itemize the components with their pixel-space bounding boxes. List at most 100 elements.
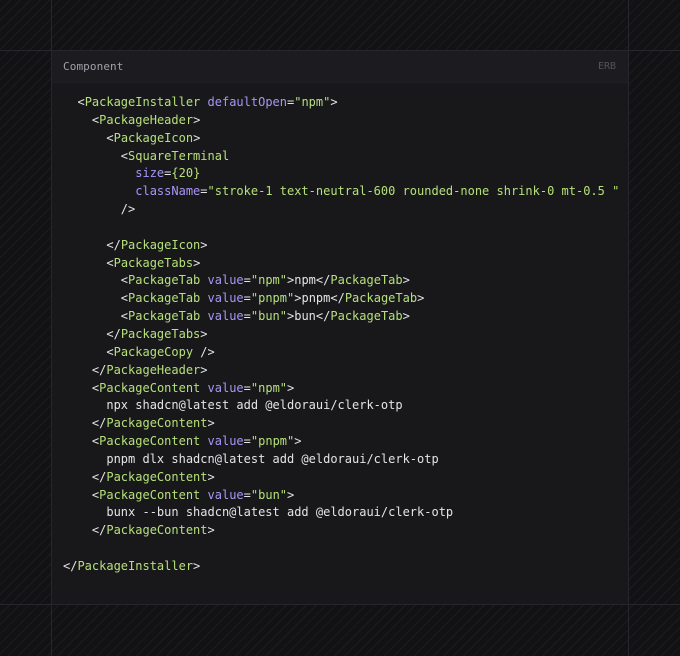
code-attribute: value [207,380,244,395]
code-string: "bun" [250,309,287,324]
code-block[interactable]: <PackageInstaller defaultOpen="npm"> <Pa… [63,94,619,576]
code-attribute: size [135,166,165,181]
code-punctuation: > [402,309,410,324]
code-tag-name: PackageContent [99,380,201,395]
code-punctuation: < [106,255,114,270]
code-punctuation [200,95,207,109]
code-text: bunx --bun shadcn@latest add @eldoraui/c… [106,505,454,520]
code-tag-name: PackageTab [330,309,403,324]
code-language-label: ERB [597,61,616,72]
code-punctuation: </ [106,326,121,341]
code-line: <PackageTab value="pnpm">pnpm</PackageTa… [63,290,619,308]
code-string: "pnpm" [250,291,295,306]
code-tag-name: PackageTab [128,273,201,288]
code-punctuation: = [243,309,251,324]
code-line: npx shadcn@latest add @eldoraui/clerk-ot… [63,397,619,415]
code-punctuation: > [294,434,302,449]
code-punctuation: > [207,416,215,431]
code-punctuation: < [120,291,129,306]
code-string: "pnpm" [250,434,295,449]
guide-line-right [628,0,629,656]
code-tag-name: PackageContent [99,487,201,502]
code-attribute: value [207,434,244,449]
code-tag-name: PackageTab [128,291,201,306]
code-attribute: defaultOpen [207,95,287,109]
code-punctuation [200,381,207,395]
code-punctuation: = [243,291,251,306]
code-tag-name: PackageTab [330,273,403,288]
code-line: className="stroke-1 text-neutral-600 rou… [63,183,619,201]
code-punctuation: </ [315,309,331,324]
code-text: npx shadcn@latest add @eldoraui/clerk-ot… [106,398,403,413]
code-tag-name: PackageTab [344,291,418,306]
code-punctuation: > [200,326,208,341]
code-line: </PackageContent> [63,522,619,540]
code-line: <PackageTab value="bun">bun</PackageTab> [63,308,619,326]
code-panel-title: Component [63,60,124,73]
code-punctuation: > [200,237,208,252]
code-line: </PackageHeader> [63,362,619,380]
code-punctuation: > [207,469,215,484]
guide-line-bottom [0,604,680,605]
code-line: <PackageInstaller defaultOpen="npm"> [63,94,619,112]
code-punctuation: </ [330,291,345,306]
code-tag-name: PackageInstaller [77,558,194,573]
code-punctuation: > [193,112,201,127]
code-punctuation: = [243,434,251,449]
code-punctuation: > [287,487,295,502]
code-punctuation: /> [193,344,215,359]
code-tag-name: PackageTab [128,309,201,324]
code-punctuation: </ [91,416,107,431]
code-tag-name: PackageInstaller [84,95,201,109]
code-line: <PackageContent value="pnpm"> [63,433,619,451]
code-line: /> [63,201,619,219]
code-punctuation: < [120,309,129,324]
code-panel: Component ERB <PackageInstaller defaultO… [52,51,628,604]
code-punctuation: = [243,487,251,502]
code-punctuation: </ [106,237,121,252]
code-tag-name: PackageContent [106,469,208,484]
code-line: <PackageCopy /> [63,344,619,362]
code-punctuation [200,273,207,287]
code-line: </PackageTabs> [63,326,619,344]
code-line: </PackageIcon> [63,237,619,255]
code-text: bun [294,309,316,324]
code-string: "stroke-1 text-neutral-600 rounded-none … [207,184,620,199]
code-punctuation: > [417,291,425,306]
code-punctuation [200,434,207,448]
code-punctuation: < [120,273,129,288]
code-attribute: value [207,291,244,306]
code-punctuation: > [330,95,338,109]
code-punctuation: > [402,273,410,288]
code-attribute: value [207,487,244,502]
code-punctuation [200,488,207,502]
code-tag-name: PackageTabs [120,326,201,341]
code-tag-name: PackageTabs [113,255,194,270]
code-line: <SquareTerminal [63,148,619,166]
code-tag-name: PackageContent [106,416,208,431]
code-string: {20} [171,166,201,181]
code-line: pnpm dlx shadcn@latest add @eldoraui/cle… [63,451,619,469]
code-line: <PackageIcon> [63,130,619,148]
code-punctuation: </ [63,558,78,573]
code-punctuation: </ [91,469,107,484]
code-punctuation: > [207,523,215,538]
code-tag-name: PackageIcon [113,130,194,145]
code-tag-name: PackageContent [106,523,208,538]
